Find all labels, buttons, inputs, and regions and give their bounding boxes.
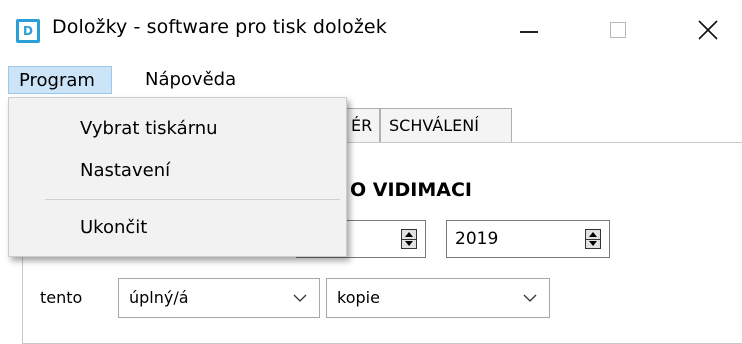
- maximize-button[interactable]: [590, 6, 646, 56]
- tab-schvaleni[interactable]: SCHVÁLENÍ: [380, 108, 512, 142]
- combo-uplny-value: úplný/á: [129, 288, 189, 307]
- title-bar: D Doložky - software pro tisk doložek: [0, 0, 742, 62]
- menu-bar: Program Nápověda: [0, 62, 742, 98]
- spinner-1-buttons[interactable]: [401, 229, 417, 249]
- minimize-button[interactable]: [500, 6, 556, 56]
- combo-kopie-value: kopie: [337, 288, 380, 307]
- window-title: Doložky - software pro tisk doložek: [52, 16, 387, 38]
- menu-item-settings[interactable]: Nastavení: [80, 160, 170, 181]
- form-heading: O VIDIMACI: [350, 179, 473, 201]
- spin-down-icon[interactable]: [586, 239, 600, 248]
- close-icon: [698, 20, 718, 40]
- tento-label: tento: [40, 288, 83, 307]
- spinner-year-value: 2019: [455, 229, 499, 249]
- menu-help[interactable]: Nápověda: [136, 66, 245, 94]
- combo-uplny[interactable]: úplný/á: [118, 278, 320, 318]
- app-icon: D: [16, 19, 40, 43]
- menu-program[interactable]: Program: [8, 66, 112, 94]
- menu-item-select-printer[interactable]: Vybrat tiskárnu: [80, 118, 218, 139]
- spin-down-icon[interactable]: [402, 239, 416, 248]
- spinner-year[interactable]: 2019: [446, 220, 610, 258]
- chevron-down-icon: [523, 294, 537, 302]
- close-button[interactable]: [682, 6, 738, 56]
- combo-kopie[interactable]: kopie: [326, 278, 550, 318]
- chevron-down-icon: [293, 294, 307, 302]
- menu-item-exit[interactable]: Ukončit: [80, 217, 147, 238]
- menu-separator: [45, 199, 340, 200]
- program-dropdown-menu: Vybrat tiskárnu Nastavení Ukončit: [8, 97, 347, 257]
- spinner-year-buttons[interactable]: [585, 229, 601, 249]
